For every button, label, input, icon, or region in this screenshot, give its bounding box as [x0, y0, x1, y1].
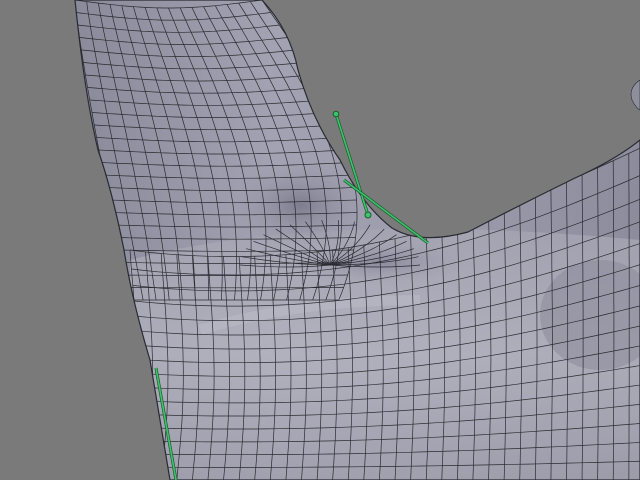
- 3d-viewport[interactable]: [0, 0, 640, 480]
- bone-head-joint[interactable]: [332, 110, 340, 118]
- bone-tail-joint[interactable]: [364, 211, 372, 219]
- viewport-canvas[interactable]: [0, 0, 640, 480]
